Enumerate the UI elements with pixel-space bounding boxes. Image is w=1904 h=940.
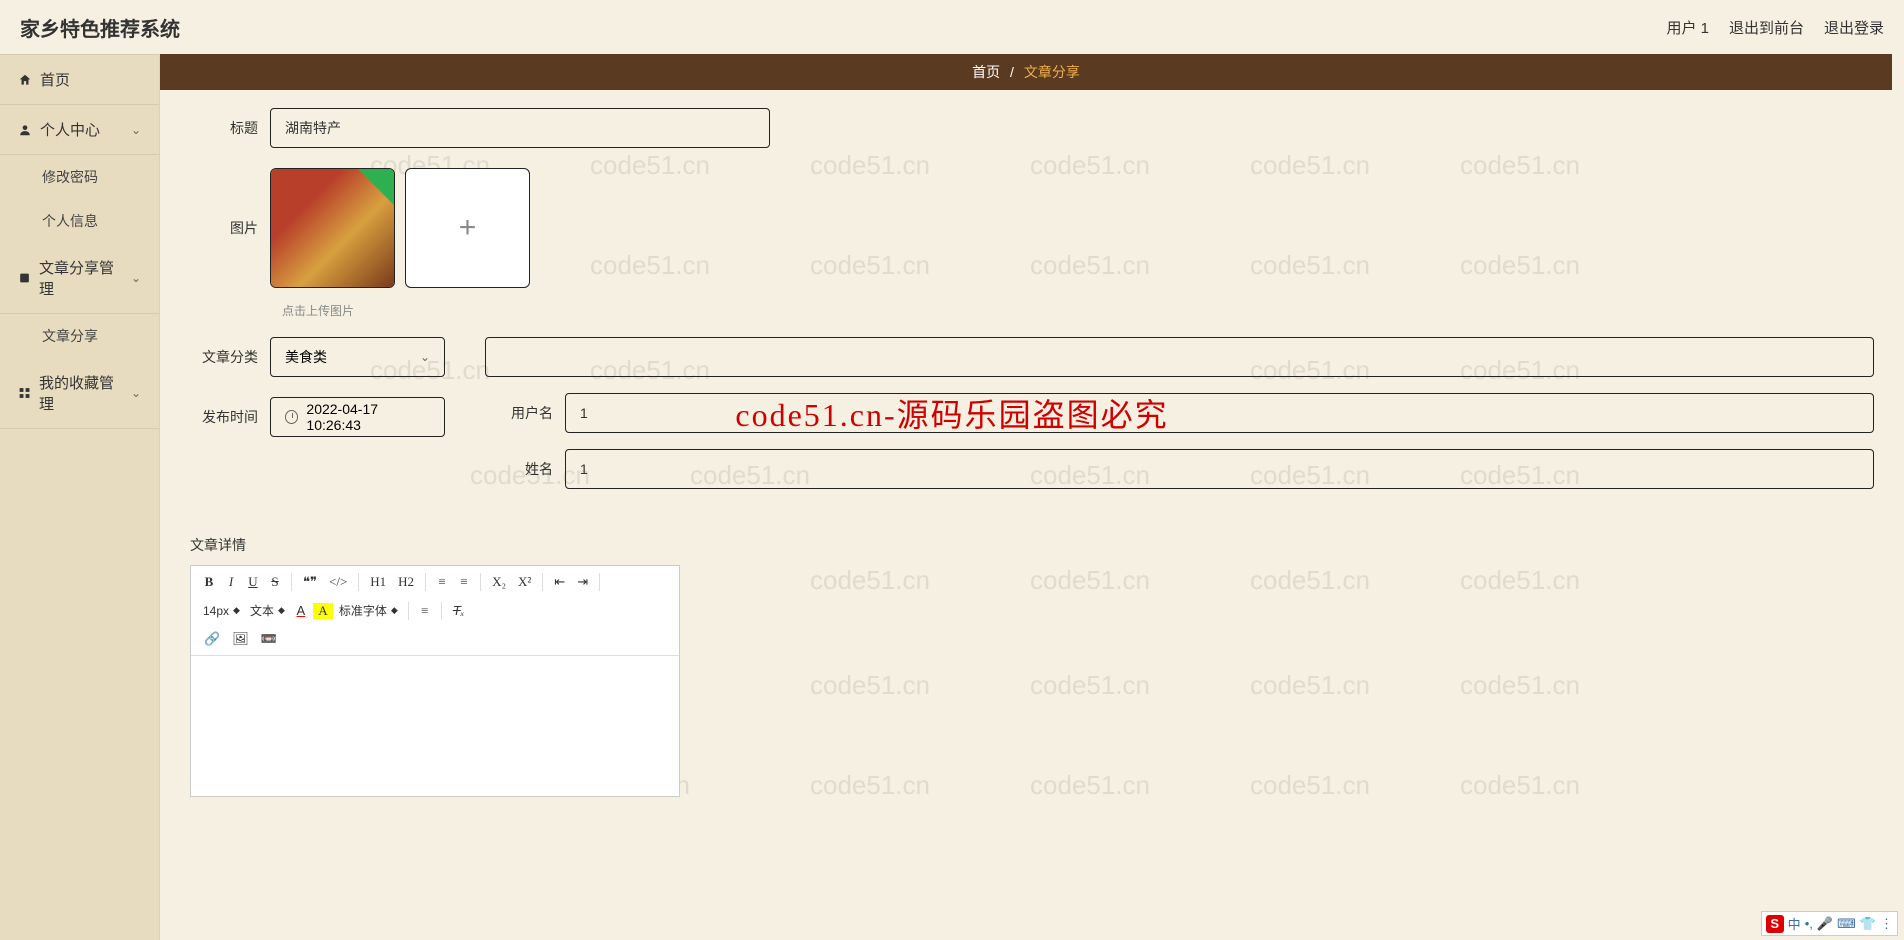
h2-button[interactable]: H2 (393, 572, 419, 592)
topbar-right: 用户 1 退出到前台 退出登录 (1666, 17, 1884, 38)
bg-color-button[interactable]: A (313, 603, 333, 619)
ime-lang-icon[interactable]: 中 (1788, 914, 1801, 933)
chevron-down-icon: ⌄ (131, 271, 141, 285)
sidebar-item-article-mgmt[interactable]: 文章分享管理 ⌄ (0, 243, 159, 314)
success-badge-icon (358, 169, 394, 205)
name-input[interactable] (565, 449, 1874, 489)
text-color-button[interactable]: A (291, 601, 311, 621)
ime-mic-icon[interactable]: 🎤 (1817, 916, 1833, 932)
breadcrumb-current: 文章分享 (1024, 64, 1080, 80)
name-label: 姓名 (485, 459, 565, 479)
superscript-button[interactable]: X² (513, 572, 536, 592)
ime-bar: S 中 •, 🎤 ⌨ 👕 ⋮ (1761, 911, 1898, 936)
sidebar-item-label: 首页 (40, 69, 70, 90)
italic-button[interactable]: I (221, 572, 241, 592)
chevron-down-icon: ⌄ (420, 350, 430, 364)
publish-date-input[interactable]: 2022-04-17 10:26:43 (270, 397, 445, 437)
breadcrumb: 首页 / 文章分享 (160, 54, 1892, 90)
article-icon (18, 271, 31, 285)
code-block-button[interactable]: </> (324, 572, 352, 592)
chevron-down-icon: ⌄ (131, 123, 141, 137)
link-button[interactable]: 🔗 (199, 629, 225, 649)
fontsize-select[interactable]: 14px◆ (199, 602, 244, 620)
chevron-down-icon: ⌄ (131, 386, 141, 400)
image-preview[interactable] (270, 168, 395, 288)
category-label: 文章分类 (190, 347, 270, 367)
app-title: 家乡特色推荐系统 (20, 13, 180, 42)
outdent-button[interactable]: ⇤ (549, 572, 570, 592)
subscript-button[interactable]: X₂ (487, 572, 511, 592)
ime-keyboard-icon[interactable]: ⌨ (1837, 916, 1856, 932)
sidebar-item-label: 我的收藏管理 (39, 372, 123, 414)
publish-label: 发布时间 (190, 407, 270, 427)
ime-menu-icon[interactable]: ⋮ (1880, 916, 1893, 932)
breadcrumb-sep: / (1010, 64, 1014, 80)
sidebar-item-label: 个人中心 (40, 119, 100, 140)
underline-button[interactable]: U (243, 572, 263, 592)
ime-punct-icon[interactable]: •, (1805, 916, 1813, 931)
category-value: 美食类 (285, 347, 327, 367)
row1-input[interactable] (485, 337, 1874, 377)
editor-body[interactable] (191, 656, 679, 796)
title-label: 标题 (190, 118, 270, 138)
logout-link[interactable]: 退出登录 (1824, 17, 1884, 38)
sidebar-item-home[interactable]: 首页 (0, 54, 159, 105)
bold-button[interactable]: B (199, 572, 219, 592)
sidebar-item-profile[interactable]: 个人信息 (0, 199, 159, 243)
strike-button[interactable]: S (265, 572, 285, 592)
ordered-list-button[interactable]: ≡ (432, 572, 452, 592)
category-select[interactable]: 美食类 ⌄ (270, 337, 445, 377)
sidebar-item-personal[interactable]: 个人中心 ⌄ (0, 105, 159, 155)
clock-icon (285, 410, 298, 424)
sidebar-item-change-password[interactable]: 修改密码 (0, 155, 159, 199)
textmode-select[interactable]: 文本◆ (246, 600, 289, 621)
sidebar-item-favorites[interactable]: 我的收藏管理 ⌄ (0, 358, 159, 429)
editor-toolbar: B I U S ❝❞ </> H1 H2 ≡ ≡ X₂ X² (191, 566, 679, 656)
quote-button[interactable]: ❝❞ (298, 572, 322, 592)
add-image-button[interactable]: + (405, 168, 530, 288)
goto-frontend-link[interactable]: 退出到前台 (1729, 17, 1804, 38)
sidebar: 首页 个人中心 ⌄ 修改密码 个人信息 文章分享管理 ⌄ 文章分享 我的收藏管理… (0, 54, 160, 940)
unordered-list-button[interactable]: ≡ (454, 572, 474, 592)
topbar: 家乡特色推荐系统 用户 1 退出到前台 退出登录 (0, 0, 1904, 54)
home-icon (18, 73, 32, 87)
upload-hint: 点击上传图片 (282, 302, 1874, 319)
main-content: 首页 / 文章分享 标题 图片 + (160, 54, 1904, 940)
clear-format-button[interactable]: Tₓ (448, 601, 470, 621)
breadcrumb-home[interactable]: 首页 (972, 64, 1000, 80)
publish-date-value: 2022-04-17 10:26:43 (306, 401, 430, 433)
user-icon (18, 123, 32, 137)
detail-label: 文章详情 (190, 535, 1874, 555)
username-label: 用户名 (485, 403, 565, 423)
h1-button[interactable]: H1 (365, 572, 391, 592)
ime-skin-icon[interactable]: 👕 (1860, 916, 1876, 932)
indent-button[interactable]: ⇥ (572, 572, 593, 592)
rich-text-editor: B I U S ❝❞ </> H1 H2 ≡ ≡ X₂ X² (190, 565, 680, 797)
sidebar-item-label: 文章分享管理 (39, 257, 123, 299)
ime-logo-icon: S (1766, 915, 1784, 933)
fontfamily-select[interactable]: 标准字体◆ (335, 600, 402, 621)
video-button[interactable]: 📼 (256, 629, 282, 649)
plus-icon: + (459, 211, 477, 245)
grid-icon (18, 386, 31, 400)
image-label: 图片 (190, 168, 270, 238)
image-button[interactable]: 🖼 (227, 629, 254, 649)
title-input[interactable] (270, 108, 770, 148)
align-select[interactable]: ≡ (415, 601, 435, 621)
username-input[interactable] (565, 393, 1874, 433)
sidebar-item-article-share[interactable]: 文章分享 (0, 314, 159, 358)
user-label[interactable]: 用户 1 (1666, 17, 1709, 38)
